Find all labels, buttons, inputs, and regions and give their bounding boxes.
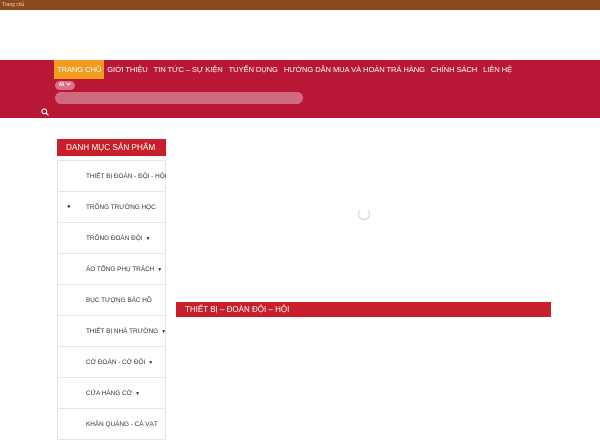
category-item-label: BỤC TƯỢNG BÁC HỒ xyxy=(86,297,152,304)
category-item-scarves-ties[interactable]: KHĂN QUÀNG - CÀ VẠT xyxy=(58,409,165,440)
category-item-flags[interactable]: CỜ ĐOÀN - CỜ ĐỘI ▼ xyxy=(58,347,165,378)
sidebar-title: DANH MỤC SẢN PHẨM xyxy=(57,139,166,156)
search-button[interactable] xyxy=(40,107,50,117)
main-nav: TRANG CHỦ GIỚI THIỆU TIN TỨC – SỰ KIỆN T… xyxy=(54,60,515,79)
search-icon xyxy=(41,103,49,121)
category-item-label: THIẾT BỊ NHÀ TRƯỜNG xyxy=(86,328,159,335)
category-item-flag-store[interactable]: CỬA HÀNG CỜ ▼ xyxy=(58,378,165,409)
category-item-school-drums[interactable]: ● TRỐNG TRƯỜNG HỌC xyxy=(58,192,165,223)
nav-item-home[interactable]: TRANG CHỦ xyxy=(54,60,105,79)
category-item-label: ÁO TỔNG PHỤ TRÁCH xyxy=(86,266,155,273)
search-category-label: All xyxy=(58,82,65,88)
header-logo-area xyxy=(0,10,600,60)
bullet-icon: ● xyxy=(67,204,71,210)
category-item-school-equipment[interactable]: THIẾT BỊ NHÀ TRƯỜNG ▼ xyxy=(58,316,167,347)
category-item-leader-shirts[interactable]: ÁO TỔNG PHỤ TRÁCH ▼ xyxy=(58,254,165,285)
nav-item-recruitment[interactable]: TUYỂN DỤNG xyxy=(226,60,281,79)
category-item-statue-podium[interactable]: BỤC TƯỢNG BÁC HỒ xyxy=(58,285,165,316)
top-bar: Trang chủ xyxy=(0,0,600,10)
category-item-label: THIẾT BỊ ĐOÀN - ĐỘI - HỘI xyxy=(86,173,167,180)
category-menu: THIẾT BỊ ĐOÀN - ĐỘI - HỘI ● TRỐNG TRƯỜNG … xyxy=(57,160,166,440)
nav-item-news[interactable]: TIN TỨC – SỰ KIỆN xyxy=(151,60,226,79)
caret-down-icon: ▼ xyxy=(135,391,141,397)
nav-item-purchase-guide[interactable]: HƯỚNG DẪN MUA VÀ HOÀN TRẢ HÀNG xyxy=(281,60,428,79)
nav-item-contact[interactable]: LIÊN HỆ xyxy=(480,60,515,79)
caret-down-icon: ▼ xyxy=(148,360,154,366)
caret-down-icon: ▼ xyxy=(157,267,163,273)
chevron-down-icon xyxy=(66,81,72,90)
category-item-label: CỬA HÀNG CỜ xyxy=(86,390,133,397)
top-bar-text[interactable]: Trang chủ xyxy=(2,0,24,10)
caret-down-icon: ▼ xyxy=(161,329,167,335)
loading-spinner-icon xyxy=(358,208,370,220)
category-item-equipment[interactable]: THIẾT BỊ ĐOÀN - ĐỘI - HỘI xyxy=(58,161,167,192)
search-input[interactable] xyxy=(55,92,303,104)
search-category-select[interactable]: All xyxy=(55,81,75,90)
category-item-label: TRỐNG ĐOÀN ĐỘI xyxy=(86,235,143,242)
caret-down-icon: ▼ xyxy=(145,236,151,242)
section-title-bar: THIẾT BỊ – ĐOÀN ĐỘI – HỘI xyxy=(176,302,551,317)
category-item-label: TRỐNG TRƯỜNG HỌC xyxy=(86,204,156,211)
category-item-union-drums[interactable]: TRỐNG ĐOÀN ĐỘI ▼ xyxy=(58,223,165,254)
category-item-label: CỜ ĐOÀN - CỜ ĐỘI xyxy=(86,359,146,366)
nav-item-about[interactable]: GIỚI THIỆU xyxy=(104,60,150,79)
nav-item-policy[interactable]: CHÍNH SÁCH xyxy=(428,60,480,79)
category-item-label: KHĂN QUÀNG - CÀ VẠT xyxy=(86,421,158,428)
